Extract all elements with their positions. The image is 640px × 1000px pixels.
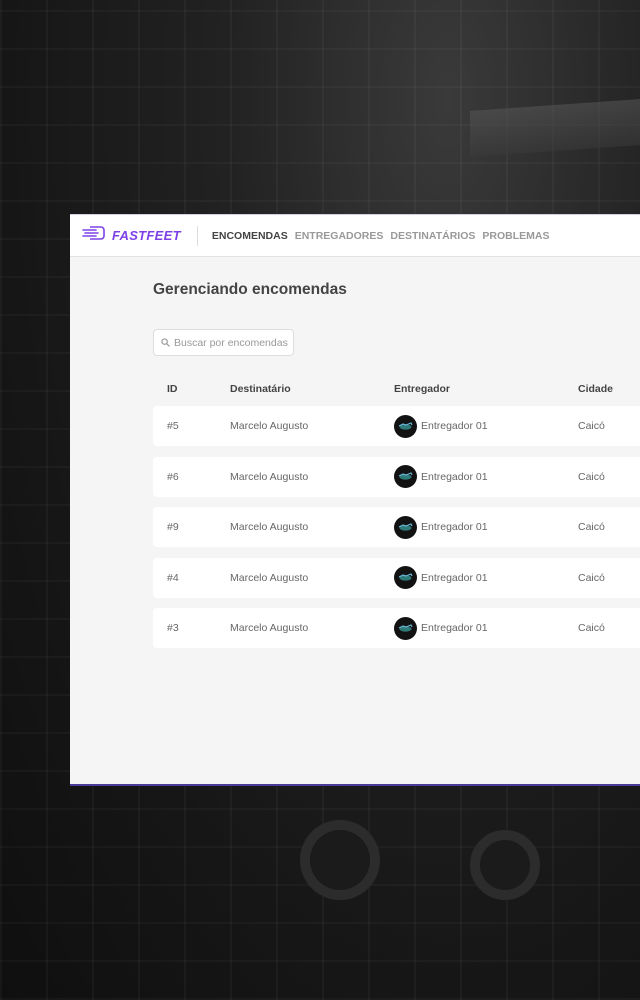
table-row[interactable]: #4 Marcelo Augusto Entregador 01 Caicó <box>153 557 640 598</box>
main-nav: ENCOMENDAS ENTREGADORES DESTINATÁRIOS PR… <box>212 230 550 242</box>
table-row[interactable]: #9 Marcelo Augusto Entregador 01 Caicó <box>153 507 640 547</box>
avatar-icon <box>394 465 417 488</box>
recipient-name: Marcelo Augusto <box>230 622 309 634</box>
background-wheel <box>300 820 380 900</box>
avatar-icon <box>394 566 417 589</box>
search-icon <box>161 334 170 352</box>
orders-table: ID Destinatário Entregador Cidade #5 Mar… <box>153 382 640 648</box>
column-header-id: ID <box>167 383 178 395</box>
header-divider <box>196 225 198 246</box>
city: Caicó <box>578 571 605 584</box>
deliveryman-cell: Entregador 01 <box>394 465 578 488</box>
order-id: #9 <box>167 521 179 533</box>
avatar-icon <box>394 616 417 640</box>
logo-text: FASTFEET <box>112 228 181 243</box>
order-id: #5 <box>167 420 179 432</box>
city: Caicó <box>578 420 605 432</box>
nav-item-destinatarios[interactable]: DESTINATÁRIOS <box>390 230 475 242</box>
table-row[interactable]: #6 Marcelo Augusto Entregador 01 Caicó <box>153 456 640 497</box>
nav-item-problemas[interactable]: PROBLEMAS <box>482 230 549 242</box>
order-id: #4 <box>167 571 179 584</box>
table-row[interactable]: #3 Marcelo Augusto Entregador 01 Caicó <box>153 608 640 648</box>
deliveryman-name: Entregador 01 <box>421 571 488 584</box>
deliveryman-name: Entregador 01 <box>421 470 488 483</box>
column-header-recipient: Destinatário <box>230 383 291 395</box>
avatar-icon <box>394 515 417 539</box>
nav-item-encomendas[interactable]: ENCOMENDAS <box>212 230 288 242</box>
deliveryman-name: Entregador 01 <box>421 420 488 432</box>
logo[interactable]: FASTFEET <box>82 225 181 246</box>
column-header-deliveryman: Entregador <box>394 383 451 395</box>
avatar-icon <box>394 414 417 438</box>
recipient-name: Marcelo Augusto <box>230 521 309 533</box>
fast-truck-icon <box>82 225 108 246</box>
search-box[interactable] <box>153 329 294 356</box>
deliveryman-cell: Entregador 01 <box>394 515 578 539</box>
order-id: #6 <box>167 470 179 483</box>
city: Caicó <box>578 521 605 533</box>
top-header: FASTFEET ENCOMENDAS ENTREGADORES DESTINA… <box>70 215 640 257</box>
deliveryman-cell: Entregador 01 <box>394 414 578 438</box>
table-row[interactable]: #5 Marcelo Augusto Entregador 01 Caicó <box>153 406 640 446</box>
deliveryman-name: Entregador 01 <box>421 521 488 533</box>
recipient-name: Marcelo Augusto <box>230 571 309 584</box>
recipient-name: Marcelo Augusto <box>230 420 309 432</box>
city: Caicó <box>578 470 605 483</box>
city: Caicó <box>578 622 605 634</box>
nav-item-entregadores[interactable]: ENTREGADORES <box>295 230 384 242</box>
main-content: Gerenciando encomendas ID Destinatário E… <box>70 257 640 648</box>
deliveryman-cell: Entregador 01 <box>394 616 578 640</box>
deliveryman-cell: Entregador 01 <box>394 566 578 589</box>
order-id: #3 <box>167 622 179 634</box>
table-header: ID Destinatário Entregador Cidade <box>153 382 640 396</box>
recipient-name: Marcelo Augusto <box>230 470 309 483</box>
app-window: FASTFEET ENCOMENDAS ENTREGADORES DESTINA… <box>70 214 640 786</box>
background-wheel <box>470 830 540 900</box>
column-header-city: Cidade <box>578 383 614 395</box>
page-title: Gerenciando encomendas <box>153 281 347 298</box>
search-input[interactable] <box>174 336 294 349</box>
deliveryman-name: Entregador 01 <box>421 622 488 634</box>
